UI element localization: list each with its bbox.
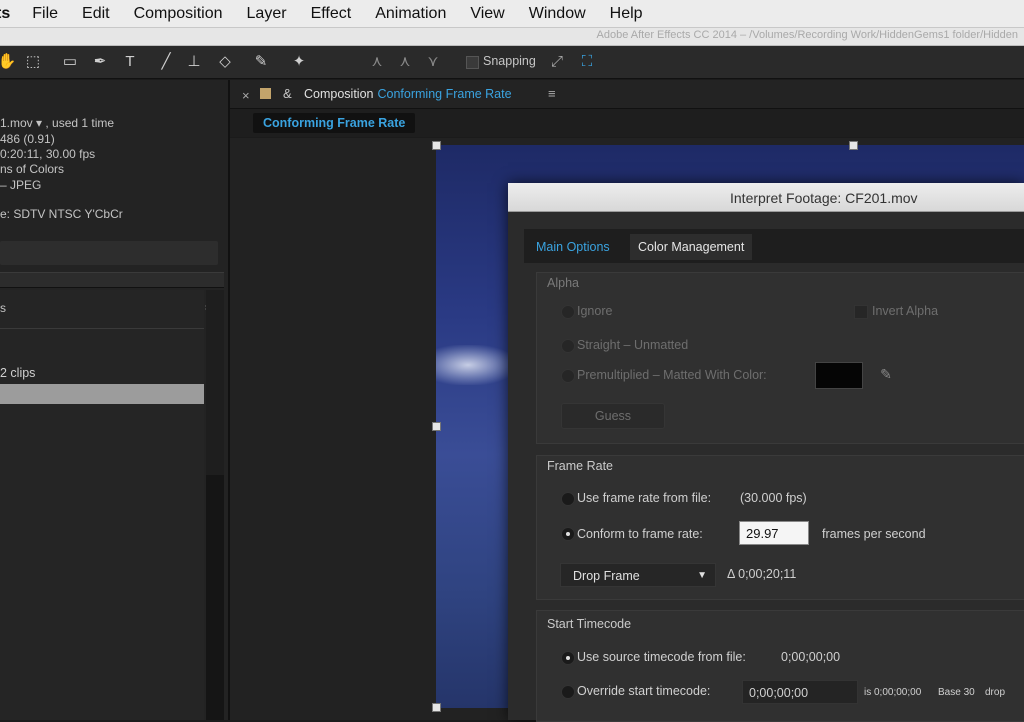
window-titlebar: Adobe After Effects CC 2014 – /Volumes/R… [0, 28, 1024, 46]
composition-tab[interactable]: Composition Conforming Frame Rate [304, 87, 512, 101]
start-timecode-header: Start Timecode [547, 617, 632, 631]
footage-info-codec: – JPEG [0, 178, 42, 192]
puppet-pin-icon[interactable]: ✦ [288, 51, 310, 73]
clone-stamp-icon[interactable]: ⊥ [183, 51, 205, 73]
snap-options-icon[interactable]: ⤢ [546, 51, 568, 73]
panel-menu-icon[interactable]: ≡ [548, 86, 556, 101]
brush-icon[interactable]: ╱ [155, 51, 177, 73]
use-source-tc-label: Use source timecode from file: [577, 650, 746, 664]
override-is-value: is 0;00;00;00 [864, 687, 922, 698]
footage-info-colors: ns of Colors [0, 162, 65, 176]
snapping-checkbox[interactable] [466, 56, 479, 69]
alpha-straight-label: Straight – Unmatted [577, 338, 689, 352]
duration-value: Δ 0;00;20;11 [727, 567, 797, 581]
guess-button[interactable]: Guess [561, 403, 665, 429]
fps-unit-label: frames per second [822, 527, 926, 541]
comp-color-swatch [260, 88, 271, 99]
invert-alpha-label: Invert Alpha [872, 304, 939, 318]
menu-help[interactable]: Help [610, 5, 643, 23]
composition-tab-prefix: Composition [304, 87, 374, 101]
menu-file[interactable]: File [32, 5, 58, 23]
override-tc-input[interactable]: 0;00;00;00 [742, 680, 858, 704]
composition-subtab[interactable]: Conforming Frame Rate [253, 113, 416, 133]
menu-view[interactable]: View [470, 5, 504, 23]
project-panel: 1.mov ▾ , used 1 time 486 (0.91) 0:20:11… [0, 80, 230, 720]
conform-rate-radio[interactable] [561, 527, 575, 541]
snap-target-icon[interactable]: ⛶ [576, 51, 598, 73]
pen-icon[interactable]: ✒ [89, 51, 111, 73]
footage-info-colorspace: e: SDTV NTSC Y'CbCr [0, 207, 123, 221]
drop-frame-dropdown[interactable]: Drop Frame ▼ [560, 563, 716, 587]
source-tc-value: 0;00;00;00 [781, 650, 841, 664]
composition-tab-name: Conforming Frame Rate [377, 87, 512, 101]
override-tc-radio[interactable] [561, 685, 575, 699]
roto-brush-icon[interactable]: ✎ [250, 51, 272, 73]
conform-rate-label: Conform to frame rate: [577, 527, 703, 541]
menu-layer[interactable]: Layer [247, 5, 287, 23]
axis-icon-1[interactable]: ⋏ [366, 51, 388, 73]
lock-icon[interactable]: & [283, 86, 292, 101]
transform-handle[interactable] [432, 703, 441, 712]
timecode-drop: drop [985, 687, 1006, 698]
dialog-title: Interpret Footage: CF201.mov [730, 190, 918, 206]
tab-color-management[interactable]: Color Management [630, 234, 753, 260]
footage-info-duration: 0:20:11, 30.00 fps [0, 147, 96, 161]
frame-rate-header: Frame Rate [547, 459, 613, 473]
alpha-straight-radio[interactable] [561, 339, 575, 353]
use-source-tc-radio[interactable] [561, 651, 575, 665]
panel-divider[interactable] [0, 272, 224, 288]
eraser-icon[interactable]: ◇ [214, 51, 236, 73]
axis-icon-3[interactable]: ⋎ [422, 51, 444, 73]
cloud-image [436, 345, 516, 385]
alpha-header: Alpha [547, 276, 579, 290]
project-scrollbar-thumb[interactable] [206, 475, 224, 720]
alpha-premult-label: Premultiplied – Matted With Color: [577, 368, 767, 382]
app-menu[interactable]: ts [0, 5, 10, 23]
rectangle-icon[interactable]: ▭ [59, 51, 81, 73]
list-column-header[interactable]: s [0, 301, 6, 315]
project-list[interactable] [0, 290, 204, 720]
matte-color-swatch[interactable] [815, 362, 863, 389]
tools-toolbar: ✋ ⬚ ▭ ✒ T ╱ ⊥ ◇ ✎ ✦ ⋏ ⋏ ⋎ Snapping ⤢ ⛶ [0, 46, 1024, 79]
marquee-icon[interactable]: ⬚ [22, 51, 44, 73]
alpha-premult-radio[interactable] [561, 369, 575, 383]
menu-animation[interactable]: Animation [375, 5, 446, 23]
list-header-divider [0, 328, 204, 329]
hand-icon[interactable]: ✋ [0, 51, 18, 73]
alpha-ignore-label: Ignore [577, 304, 613, 318]
menu-composition[interactable]: Composition [134, 5, 223, 23]
invert-alpha-checkbox[interactable] [854, 305, 868, 319]
transform-handle[interactable] [432, 422, 441, 431]
menu-edit[interactable]: Edit [82, 5, 110, 23]
axis-icon-2[interactable]: ⋏ [394, 51, 416, 73]
alpha-ignore-radio[interactable] [561, 305, 575, 319]
window-title: Adobe After Effects CC 2014 – /Volumes/R… [596, 29, 1019, 41]
file-fps-value: (30.000 fps) [740, 491, 807, 505]
snapping-label: Snapping [483, 54, 536, 68]
timecode-base: Base 30 [938, 687, 975, 698]
chevron-down-icon: ▼ [697, 570, 707, 581]
list-item-selected[interactable] [0, 384, 204, 404]
menu-window[interactable]: Window [529, 5, 586, 23]
list-item-folder[interactable]: 2 clips [0, 366, 35, 380]
menubar: ts File Edit Composition Layer Effect An… [0, 0, 1024, 28]
project-search-input[interactable] [0, 241, 218, 265]
footage-info-name: 1.mov ▾ , used 1 time [0, 116, 115, 130]
tab-main-options[interactable]: Main Options [528, 236, 618, 258]
override-tc-label: Override start timecode: [577, 684, 711, 698]
eyedropper-icon[interactable]: ✎ [876, 364, 896, 384]
type-icon[interactable]: T [119, 51, 141, 73]
close-icon[interactable]: × [242, 88, 250, 103]
conform-fps-input[interactable]: 29.97 [739, 521, 809, 545]
transform-handle[interactable] [432, 141, 441, 150]
use-file-rate-radio[interactable] [561, 492, 575, 506]
use-file-rate-label: Use frame rate from file: [577, 491, 712, 505]
menu-effect[interactable]: Effect [311, 5, 352, 23]
transform-handle[interactable] [849, 141, 858, 150]
footage-info-size: 486 (0.91) [0, 132, 55, 146]
drop-frame-value: Drop Frame [573, 569, 640, 583]
